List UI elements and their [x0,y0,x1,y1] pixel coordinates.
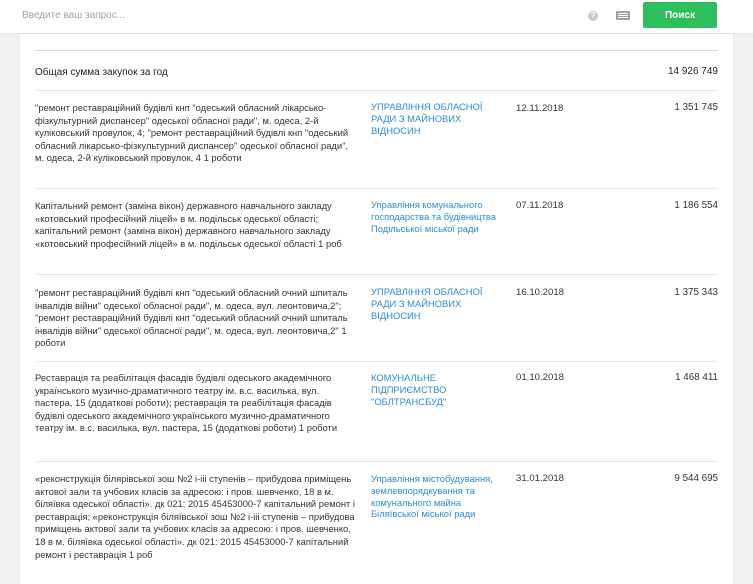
row-description: Капітальний ремонт (заміна вікон) держав… [35,200,342,249]
row-organization-link[interactable]: КОМУНАЛЬНЕ ПІДПРИЄМСТВО "ОБЛТРАНСБУД" [371,372,499,407]
row-description: Реставрація та реабілітація фасадів буді… [35,372,338,434]
procurement-panel: Общая сумма закупок за год 14 926 749 "р… [20,34,733,584]
search-bar: ? Поиск [0,0,753,34]
row-organization-link[interactable]: УПРАВЛІННЯ ОБЛАСНОЇ РАДИ З МАЙНОВИХ ВІДН… [371,286,499,321]
row-amount: 1 351 745 [674,102,718,113]
row-organization-link[interactable]: УПРАВЛІННЯ ОБЛАСНОЇ РАДИ З МАЙНОВИХ ВІДН… [371,101,499,136]
summary-row: Общая сумма закупок за год 14 926 749 [35,51,718,91]
row-date: 16.10.2018 [516,287,565,298]
procurement-table: Общая сумма закупок за год 14 926 749 "р… [35,50,718,582]
keyboard-button[interactable] [608,3,638,28]
row-description: "ремонт реставраційний будівлі кнп "одес… [35,287,348,349]
help-icon[interactable]: ? [588,11,598,21]
table-row: Реставрація та реабілітація фасадів буді… [35,362,718,462]
row-amount: 1 375 343 [674,287,718,298]
row-description: "ремонт реставраційний будівлі кнп "одес… [35,102,349,164]
search-button[interactable]: Поиск [643,2,717,28]
row-amount: 1 468 411 [675,372,718,383]
summary-label: Общая сумма закупок за год [35,67,168,78]
row-date: 12.11.2018 [516,103,564,114]
row-date: 01.10.2018 [516,372,565,383]
keyboard-icon [616,11,630,20]
search-input[interactable] [12,3,604,28]
summary-total: 14 926 749 [667,66,718,77]
table-row: "ремонт реставраційний будівлі кнп "одес… [35,275,718,362]
table-row: Капітальний ремонт (заміна вікон) держав… [35,189,718,275]
row-organization-link[interactable]: Управління містобудування, землевпорядку… [371,473,499,520]
row-description: «реконструкція білярівської зош №2 і-ііі… [35,473,356,560]
row-amount: 9 544 695 [674,473,718,484]
row-date: 07.11.2018 [516,200,564,211]
table-row: «реконструкція білярівської зош №2 і-ііі… [35,462,718,582]
table-row: "ремонт реставраційний будівлі кнп "одес… [35,91,718,189]
row-date: 31.01.2018 [516,473,565,484]
row-amount: 1 186 554 [674,200,718,211]
row-organization-link[interactable]: Управління комунального господарства та … [371,199,499,234]
